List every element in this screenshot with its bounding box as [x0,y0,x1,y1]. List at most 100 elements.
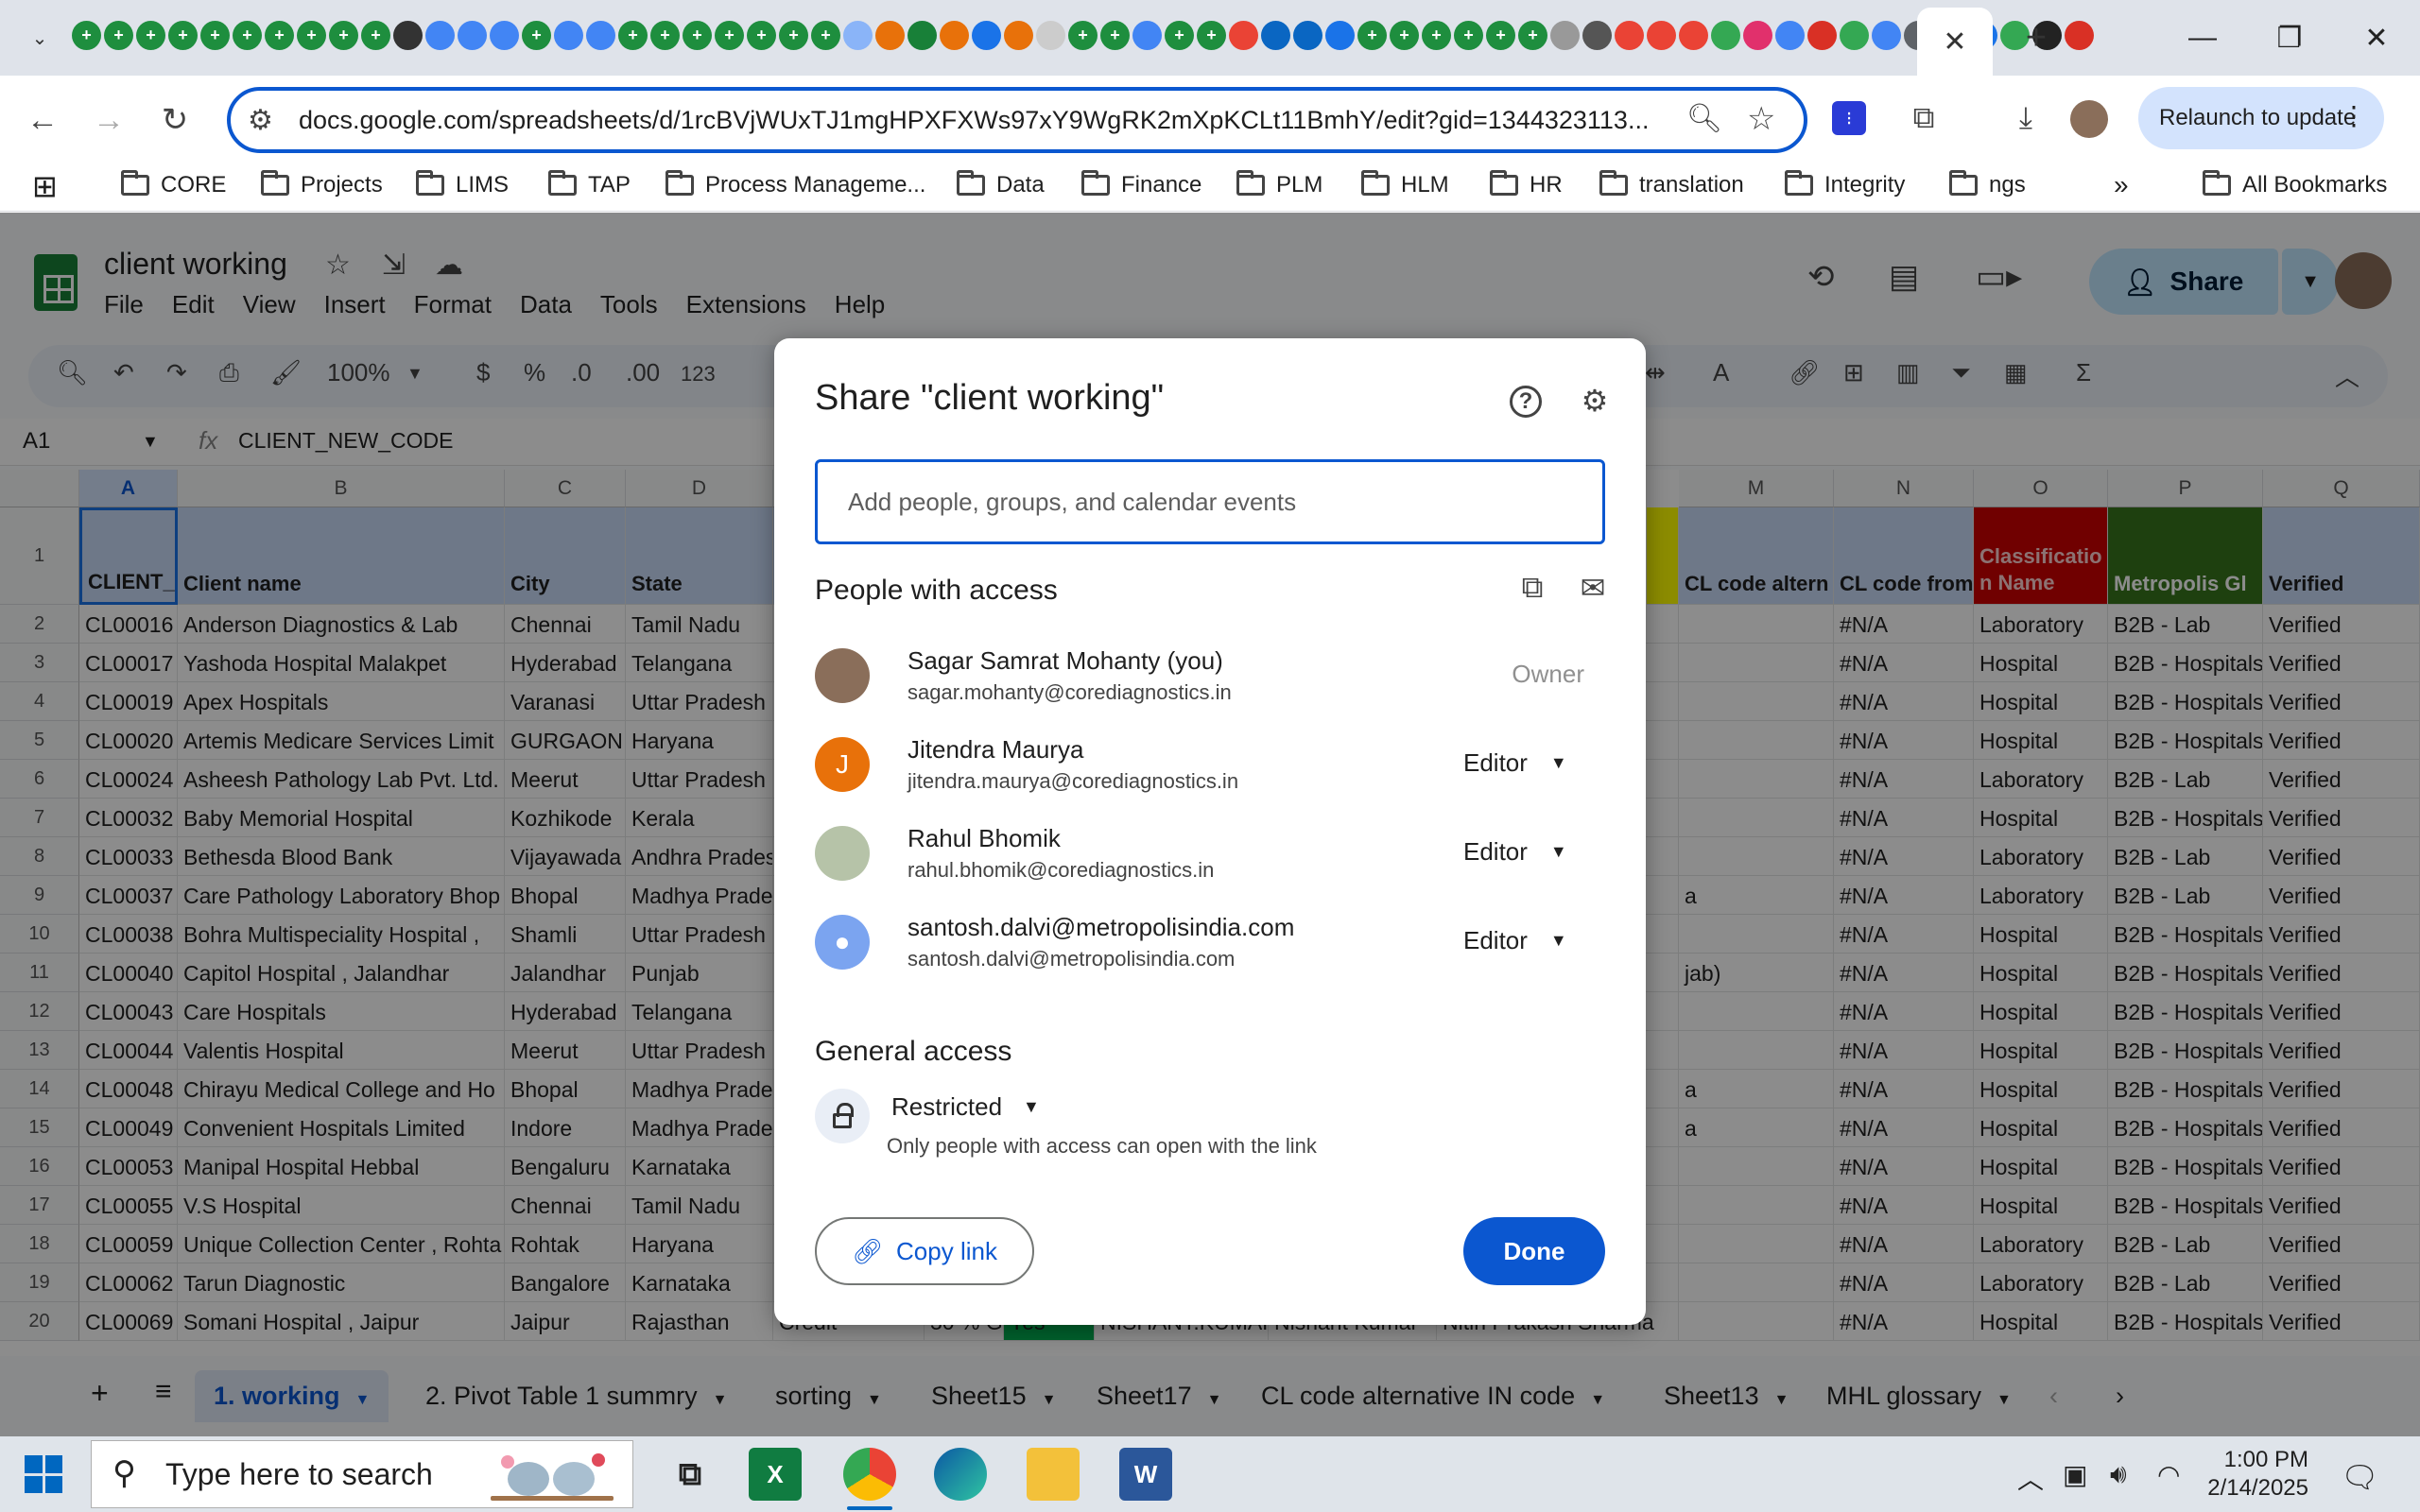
bookmark-folder-2[interactable]: LIMS [416,170,509,198]
pinned-tab-favicon-icon[interactable] [1807,21,1837,50]
pinned-tab-favicon-icon[interactable] [458,21,487,50]
system-clock[interactable]: 1:00 PM 2/14/2025 [2193,1446,2308,1503]
pinned-tab-favicon-icon[interactable] [1711,21,1740,50]
pinned-tab-favicon-icon[interactable]: + [747,21,776,50]
pinned-tab-favicon-icon[interactable]: + [265,21,294,50]
bookmark-star-icon[interactable]: ☆ [1747,100,1775,138]
zoom-magnifier-icon[interactable]: 🔍︎ [1686,102,1722,135]
downloads-icon[interactable]: ⤓ [2002,94,2049,142]
pinned-tab-favicon-icon[interactable] [908,21,937,50]
pinned-tab-favicon-icon[interactable]: + [779,21,808,50]
help-icon[interactable]: ? [1510,386,1542,418]
pinned-tab-favicon-icon[interactable] [2065,21,2094,50]
back-arrow-icon[interactable]: ← [19,96,66,144]
browser-menu-icon[interactable]: ⋮ [2341,100,2367,131]
excel-app-icon[interactable]: X [749,1448,802,1501]
pinned-tab-favicon-icon[interactable] [1132,21,1162,50]
apps-grid-icon[interactable]: ⊞ [32,168,58,204]
pinned-tab-favicon-icon[interactable]: + [1518,21,1547,50]
pinned-tab-favicon-icon[interactable] [843,21,873,50]
pinned-tab-favicon-icon[interactable]: + [297,21,326,50]
word-app-icon[interactable]: W [1119,1448,1172,1501]
pinned-tab-favicon-icon[interactable] [490,21,519,50]
all-bookmarks-button[interactable]: All Bookmarks [2203,170,2387,198]
pinned-tab-favicon-icon[interactable] [1872,21,1901,50]
pinned-tab-favicon-icon[interactable]: + [650,21,680,50]
pinned-tab-favicon-icon[interactable]: + [200,21,230,50]
pinned-tab-favicon-icon[interactable] [1325,21,1355,50]
profile-avatar[interactable] [2070,100,2108,138]
role-dropdown[interactable]: Editor ▼ [1463,926,1605,955]
pinned-tab-favicon-icon[interactable]: + [1486,21,1515,50]
task-view-icon[interactable]: ⧉ [664,1448,717,1501]
pinned-tab-favicon-icon[interactable]: + [1068,21,1098,50]
pinned-tab-favicon-icon[interactable]: + [1454,21,1483,50]
pinned-tab-favicon-icon[interactable]: + [1422,21,1451,50]
show-hidden-icons-chevron-icon[interactable]: ︿ [2017,1459,2044,1497]
pinned-tab-favicon-icon[interactable] [393,21,423,50]
pinned-tab-favicon-icon[interactable]: + [1390,21,1419,50]
pinned-tab-favicon-icon[interactable]: + [329,21,358,50]
volume-icon[interactable]: 🔊︎ [2110,1459,2127,1490]
restore-icon[interactable]: ❐ [2261,13,2318,62]
close-window-icon[interactable]: ✕ [2348,13,2405,62]
pinned-tab-favicon-icon[interactable] [1229,21,1258,50]
pinned-tab-favicon-icon[interactable] [1004,21,1033,50]
copy-link-button[interactable]: 🔗︎ Copy link [815,1217,1034,1285]
pinned-tab-favicon-icon[interactable]: + [811,21,840,50]
pinned-tab-favicon-icon[interactable]: + [104,21,133,50]
pinned-tab-favicon-icon[interactable]: + [72,21,101,50]
pinned-tab-favicon-icon[interactable]: + [168,21,198,50]
pinned-tab-favicon-icon[interactable] [1615,21,1644,50]
copy-emails-icon[interactable]: ⧉ [1513,569,1551,607]
pinned-tab-favicon-icon[interactable] [940,21,969,50]
access-level-dropdown[interactable]: Restricted ▼ [891,1092,1040,1122]
more-bookmarks-chevron-icon[interactable]: » [2114,170,2129,200]
edge-app-icon[interactable] [934,1448,987,1501]
bookmark-folder-3[interactable]: TAP [548,170,631,198]
bookmark-folder-5[interactable]: Data [957,170,1045,198]
bookmark-folder-6[interactable]: Finance [1081,170,1201,198]
chrome-app-icon[interactable] [843,1448,896,1501]
new-tab-plus-icon[interactable]: + [2014,15,2059,60]
pinned-tab-favicon-icon[interactable] [1261,21,1290,50]
bookmark-folder-7[interactable]: PLM [1236,170,1322,198]
site-info-icon[interactable]: ⚙ [248,104,273,137]
pinned-tab-favicon-icon[interactable] [1293,21,1322,50]
pinned-tab-favicon-icon[interactable] [425,21,455,50]
pinned-tab-favicon-icon[interactable]: + [1357,21,1387,50]
pinned-tab-favicon-icon[interactable]: + [1197,21,1226,50]
pinned-tab-favicon-icon[interactable] [1647,21,1676,50]
pinned-tab-favicon-icon[interactable] [554,21,583,50]
minimize-icon[interactable]: — [2174,13,2231,62]
pinned-tab-favicon-icon[interactable]: + [618,21,648,50]
notifications-icon[interactable]: 🗨︎ [2341,1459,2379,1495]
extensions-puzzle-icon[interactable]: ⧉ [1900,94,1947,142]
wifi-icon[interactable]: ◠ [2157,1459,2180,1490]
pinned-tab-favicon-icon[interactable]: + [1100,21,1130,50]
pinned-tab-favicon-icon[interactable] [972,21,1001,50]
pinned-tab-favicon-icon[interactable] [1582,21,1612,50]
pinned-tab-favicon-icon[interactable] [1743,21,1772,50]
pinned-tab-favicon-icon[interactable]: + [136,21,165,50]
pinned-tab-favicon-icon[interactable]: + [233,21,262,50]
active-tab-close-icon[interactable]: ✕ [1917,8,1993,76]
reload-icon[interactable]: ↻ [151,96,199,144]
url-text[interactable]: docs.google.com/spreadsheets/d/1rcBVjWUx… [299,106,1649,135]
bookmark-folder-8[interactable]: HLM [1361,170,1449,198]
pinned-tab-favicon-icon[interactable] [1550,21,1580,50]
relaunch-to-update-button[interactable]: Relaunch to update ⋮ [2138,87,2384,149]
file-explorer-icon[interactable] [1027,1448,1080,1501]
settings-gear-icon[interactable]: ⚙ [1576,382,1614,420]
bookmark-folder-4[interactable]: Process Manageme... [666,170,925,198]
bookmark-folder-10[interactable]: translation [1599,170,1744,198]
pinned-tab-favicon-icon[interactable] [1679,21,1708,50]
pinned-tab-favicon-icon[interactable] [1840,21,1869,50]
tray-network-status-icon[interactable]: ▣ [2063,1459,2087,1490]
windows-start-icon[interactable] [25,1455,62,1493]
forward-arrow-icon[interactable]: → [85,96,132,144]
pinned-tab-favicon-icon[interactable]: + [361,21,390,50]
bookmark-folder-12[interactable]: ngs [1949,170,2026,198]
pinned-tab-favicon-icon[interactable] [1775,21,1805,50]
bookmark-folder-1[interactable]: Projects [261,170,383,198]
